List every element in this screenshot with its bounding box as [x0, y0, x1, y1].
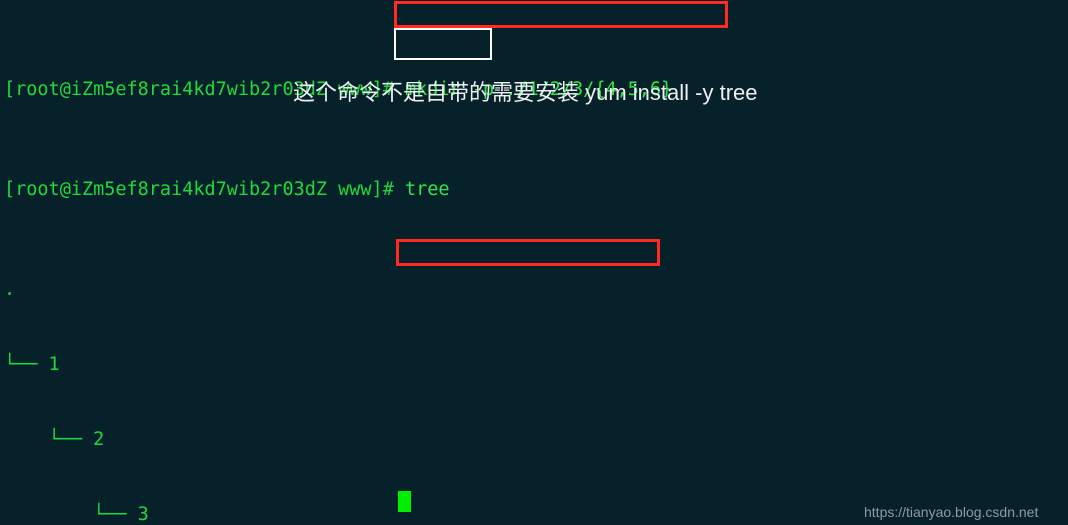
tree-node-1: └── 1	[4, 354, 60, 375]
command-text-tree: tree	[404, 179, 450, 200]
tree-root: .	[4, 279, 16, 300]
command-line-tree: [root@iZm5ef8rai4kd7wib2r03dZ www]# tree	[4, 177, 1068, 202]
terminal-cursor	[398, 491, 411, 512]
tree-node-2: └── 2	[4, 429, 105, 450]
terminal-window: [root@iZm5ef8rai4kd7wib2r03dZ www]# mkdi…	[0, 0, 1068, 525]
watermark-url: https://tianyao.blog.csdn.net	[864, 504, 1039, 520]
annotation-note: 这个命令不是自带的需要安装 yum install -y tree	[293, 80, 758, 105]
shell-prompt: [root@iZm5ef8rai4kd7wib2r03dZ www]#	[4, 179, 405, 200]
